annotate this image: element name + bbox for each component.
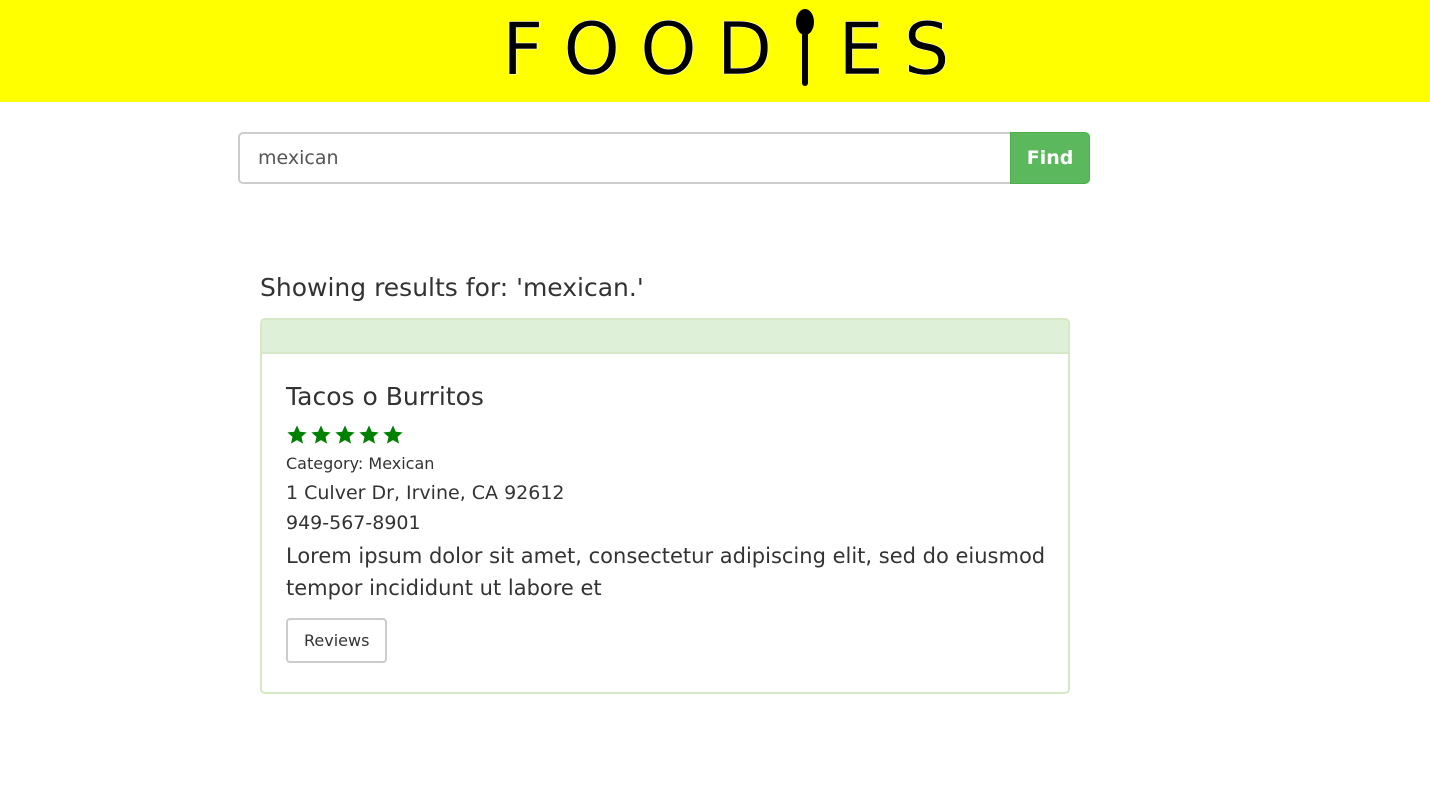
logo-text-end: ES <box>838 7 970 91</box>
star-icon <box>383 425 403 444</box>
site-header: FOOD ES <box>0 0 1430 102</box>
star-icon <box>359 425 379 444</box>
search-bar: Find <box>238 132 1090 184</box>
restaurant-card: Tacos o Burritos Category: Mexican 1 Cul… <box>260 318 1070 694</box>
find-button[interactable]: Find <box>1010 132 1090 184</box>
star-icon <box>335 425 355 444</box>
reviews-button[interactable]: Reviews <box>286 618 388 663</box>
star-icon <box>287 425 307 444</box>
logo-text-start: FOOD <box>502 7 793 91</box>
restaurant-category: Category: Mexican <box>286 454 435 473</box>
foodies-logo[interactable]: FOOD ES <box>502 7 970 91</box>
results-heading: Showing results for: 'mexican.' <box>260 273 644 302</box>
restaurant-address: 1 Culver Dr, Irvine, CA 92612 <box>286 482 565 504</box>
restaurant-phone: 949-567-8901 <box>286 512 421 534</box>
restaurant-description: Lorem ipsum dolor sit amet, consectetur … <box>286 544 1046 600</box>
card-header <box>262 320 1068 354</box>
search-input[interactable] <box>238 132 1011 184</box>
card-body: Tacos o Burritos Category: Mexican 1 Cul… <box>286 380 1046 663</box>
restaurant-name: Tacos o Burritos <box>286 382 484 411</box>
star-icon <box>311 425 331 444</box>
spoon-icon <box>796 9 815 86</box>
star-rating <box>286 424 1046 450</box>
